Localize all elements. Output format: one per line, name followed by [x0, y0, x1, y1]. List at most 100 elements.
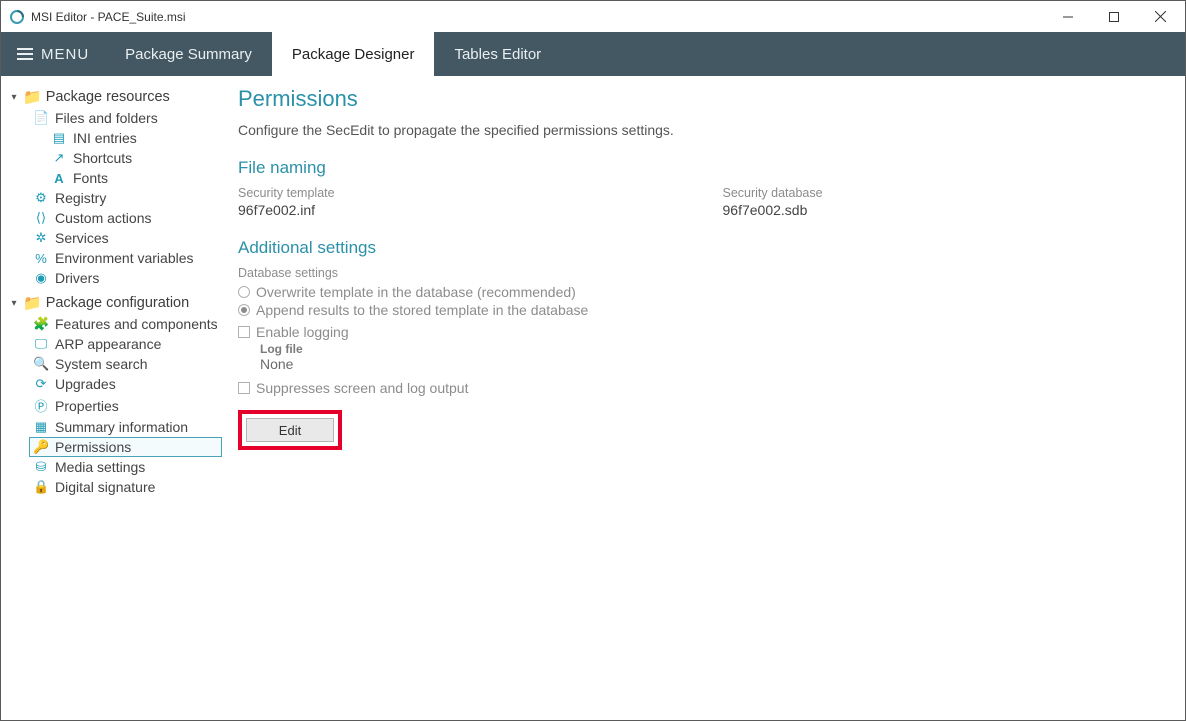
checkbox-enable-logging[interactable]: Enable logging: [238, 324, 1167, 340]
tab-label: Tables Editor: [454, 46, 541, 63]
tree-item-label: Fonts: [73, 170, 108, 186]
tree-item-services[interactable]: ✲ Services: [29, 228, 222, 248]
tree-item-label: Shortcuts: [73, 150, 132, 166]
radio-append[interactable]: Append results to the stored template in…: [238, 302, 1167, 318]
font-icon: A: [51, 171, 67, 186]
tab-label: Package Designer: [292, 46, 415, 63]
driver-icon: ◉: [33, 270, 49, 286]
radio-icon: [238, 304, 250, 316]
hamburger-icon: [17, 48, 33, 60]
radio-icon: [238, 286, 250, 298]
tree-head-resources[interactable]: ▾ 📁 Package resources: [9, 86, 222, 108]
minimize-button[interactable]: [1045, 2, 1091, 32]
titlebar: MSI Editor - PACE_Suite.msi: [1, 1, 1185, 32]
tree-item-fonts[interactable]: A Fonts: [47, 168, 222, 188]
tree-item-label: Properties: [55, 398, 119, 414]
tree-head-config[interactable]: ▾ 📁 Package configuration: [9, 292, 222, 314]
tree-item-label: Summary information: [55, 419, 188, 435]
tree-item-files[interactable]: 📄Files and folders: [29, 108, 222, 128]
properties-icon: Ⓟ: [33, 396, 49, 415]
gear-icon: ✲: [33, 230, 49, 246]
tree-item-label: Permissions: [55, 439, 131, 455]
tree-item-env-vars[interactable]: % Environment variables: [29, 248, 222, 268]
col-security-database: Security database 96f7e002.sdb: [723, 186, 1168, 218]
checkbox-suppress-output[interactable]: Suppresses screen and log output: [238, 380, 1167, 396]
folder-icon: 📁: [23, 88, 42, 106]
value-log-file: None: [260, 356, 1167, 372]
tree-head-label: Package resources: [46, 89, 170, 105]
puzzle-icon: 🧩: [33, 316, 49, 332]
tree-item-label: Services: [55, 230, 109, 246]
tree-item-system-search[interactable]: 🔍 System search: [29, 354, 222, 374]
tree-item-summary-info[interactable]: ▦ Summary information: [29, 417, 222, 437]
edit-button-label: Edit: [279, 423, 301, 438]
checkbox-icon: [238, 382, 250, 394]
checkbox-label: Enable logging: [256, 324, 349, 340]
edit-button[interactable]: Edit: [246, 418, 334, 442]
window-controls: [1045, 2, 1183, 32]
tab-tables-editor[interactable]: Tables Editor: [434, 32, 561, 76]
menu-button[interactable]: MENU: [1, 32, 105, 76]
tree-item-label: ARP appearance: [55, 336, 161, 352]
folder-icon: 📁: [23, 294, 42, 312]
tree-item-label: Environment variables: [55, 250, 194, 266]
tree-item-digital-signature[interactable]: 🔒Digital signature: [29, 477, 222, 497]
tab-package-designer[interactable]: Package Designer: [272, 32, 435, 76]
tree-item-label: Upgrades: [55, 376, 116, 392]
disk-icon: ⛁: [33, 459, 49, 475]
tree-item-drivers[interactable]: ◉ Drivers: [29, 268, 222, 288]
info-icon: ▦: [33, 419, 49, 435]
tree-item-label: Custom actions: [55, 210, 151, 226]
tree-item-label: Digital signature: [55, 479, 155, 495]
label-security-template: Security template: [238, 186, 683, 200]
tree-item-features[interactable]: 🧩 Features and components: [29, 314, 222, 334]
tree-item-ini[interactable]: ▤ INI entries: [47, 128, 222, 148]
registry-icon: ⚙: [33, 190, 49, 206]
ini-icon: ▤: [51, 130, 67, 146]
percent-icon: %: [33, 251, 49, 266]
section-file-naming: File naming: [238, 158, 1167, 178]
monitor-icon: 🖵: [33, 336, 49, 352]
tree-head-label: Package configuration: [46, 295, 190, 311]
tree-children: 📄Files and folders ▤ INI entries ↗ Shortcu…: [29, 108, 222, 288]
tree-item-label: System search: [55, 356, 148, 372]
tree-item-label: INI entries: [73, 130, 137, 146]
checkbox-icon: [238, 326, 250, 338]
key-icon: 🔑: [33, 439, 49, 455]
radio-overwrite[interactable]: Overwrite template in the database (reco…: [238, 284, 1167, 300]
logfile-block: Log file None: [260, 342, 1167, 372]
tabs: Package Summary Package Designer Tables …: [105, 32, 561, 76]
label-log-file: Log file: [260, 342, 1167, 356]
tab-package-summary[interactable]: Package Summary: [105, 32, 272, 76]
file-naming-columns: Security template 96f7e002.inf Security …: [238, 186, 1167, 218]
page-description: Configure the SecEdit to propagate the s…: [238, 122, 1167, 138]
edit-button-highlight: Edit: [238, 410, 342, 450]
close-button[interactable]: [1137, 2, 1183, 32]
tree-item-label: Features and components: [55, 316, 218, 332]
value-security-database: 96f7e002.sdb: [723, 202, 1168, 218]
tab-label: Package Summary: [125, 46, 252, 63]
label-database-settings: Database settings: [238, 266, 1167, 280]
tree-item-label: Drivers: [55, 270, 99, 286]
tree-item-media[interactable]: ⛁ Media settings: [29, 457, 222, 477]
shortcut-icon: ↗: [51, 150, 67, 166]
tree-item-properties[interactable]: Ⓟ Properties: [29, 394, 222, 417]
tree-item-registry[interactable]: ⚙ Registry: [29, 188, 222, 208]
tree-item-custom-actions[interactable]: ⟨⟩Custom actions: [29, 208, 222, 228]
label-security-database: Security database: [723, 186, 1168, 200]
tree-item-arp[interactable]: 🖵 ARP appearance: [29, 334, 222, 354]
section-additional-settings: Additional settings: [238, 238, 1167, 258]
file-icon: 📄: [33, 110, 49, 126]
tree-item-permissions[interactable]: 🔑 Permissions: [29, 437, 222, 457]
app-icon: [9, 9, 25, 25]
tree-item-label: Media settings: [55, 459, 145, 475]
page-title: Permissions: [238, 86, 1167, 112]
tree-item-upgrades[interactable]: ⟳ Upgrades: [29, 374, 222, 394]
search-icon: 🔍: [33, 356, 49, 372]
tree-item-shortcuts[interactable]: ↗ Shortcuts: [47, 148, 222, 168]
body: ▾ 📁 Package resources 📄Files and folders…: [1, 76, 1185, 720]
caret-down-icon: ▾: [9, 298, 19, 309]
refresh-icon: ⟳: [33, 376, 49, 392]
maximize-button[interactable]: [1091, 2, 1137, 32]
tree-item-label: Registry: [55, 190, 106, 206]
